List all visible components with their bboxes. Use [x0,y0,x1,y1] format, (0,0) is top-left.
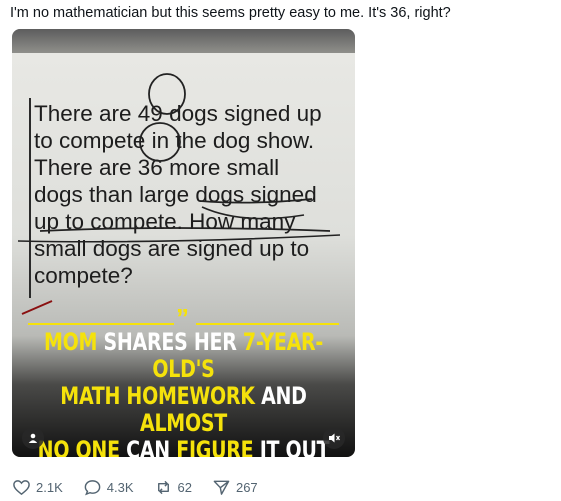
headline-word: FIGURE [176,436,254,458]
share-count: 267 [235,479,258,495]
send-icon [213,480,230,495]
like-button[interactable]: 2.1K [12,478,63,497]
repost-icon [157,480,169,494]
headline-word: AND [254,382,307,410]
problem-line: dogs than large dogs signed [34,182,317,207]
repost-button[interactable]: 62 [154,478,192,497]
heart-icon [13,479,30,495]
headline-line-2: MATH HOMEWORK AND ALMOST [33,383,335,437]
speech-bubble-icon [84,479,101,495]
homework-problem: There are 49 dogs signed up to compete i… [34,100,352,289]
headline-word: ALMOST [140,409,227,437]
post-media-video[interactable]: There are 49 dogs signed up to compete i… [12,29,355,457]
repost-count: 62 [177,479,192,495]
problem-line: to compete in the dog show. [34,128,315,153]
headline-word: MATH HOMEWORK [60,382,255,410]
problem-line: up to compete. How many [34,209,296,234]
video-headline: MOM SHARES HER 7-YEAR-OLD'S MATH HOMEWOR… [33,329,335,458]
person-icon[interactable] [22,427,44,449]
reply-count: 4.3K [106,479,134,495]
headline-word: NO ONE [37,436,120,458]
reply-button[interactable]: 4.3K [83,478,134,497]
headline-word: SHARES HER [97,328,243,356]
problem-line: small dogs are signed up to [34,236,310,261]
headline-word: MOM [43,328,98,356]
headline-word: IT OUT [253,436,330,458]
problem-line: There are 36 more small [34,155,280,180]
muted-speaker-icon[interactable] [323,427,345,449]
headline-line-3: NO ONE CAN FIGURE IT OUT [33,436,335,458]
headline-rule-left [28,323,174,325]
quote-mark-icon: ” [176,303,189,333]
post-text: I'm no mathematician but this seems pret… [10,5,451,21]
paper-margin-line [29,98,31,298]
headline-word: CAN [119,436,177,458]
problem-line: compete? [34,263,133,288]
headline-line-1: MOM SHARES HER 7-YEAR-OLD'S [33,329,335,383]
video-top-bar [12,29,355,53]
headline-rule-right [196,323,339,325]
problem-line: There are 49 dogs signed up [34,101,322,126]
like-count: 2.1K [36,479,63,495]
post-actions: 2.1K 4.3K 62 267 [12,476,352,498]
share-button[interactable]: 267 [212,478,258,497]
